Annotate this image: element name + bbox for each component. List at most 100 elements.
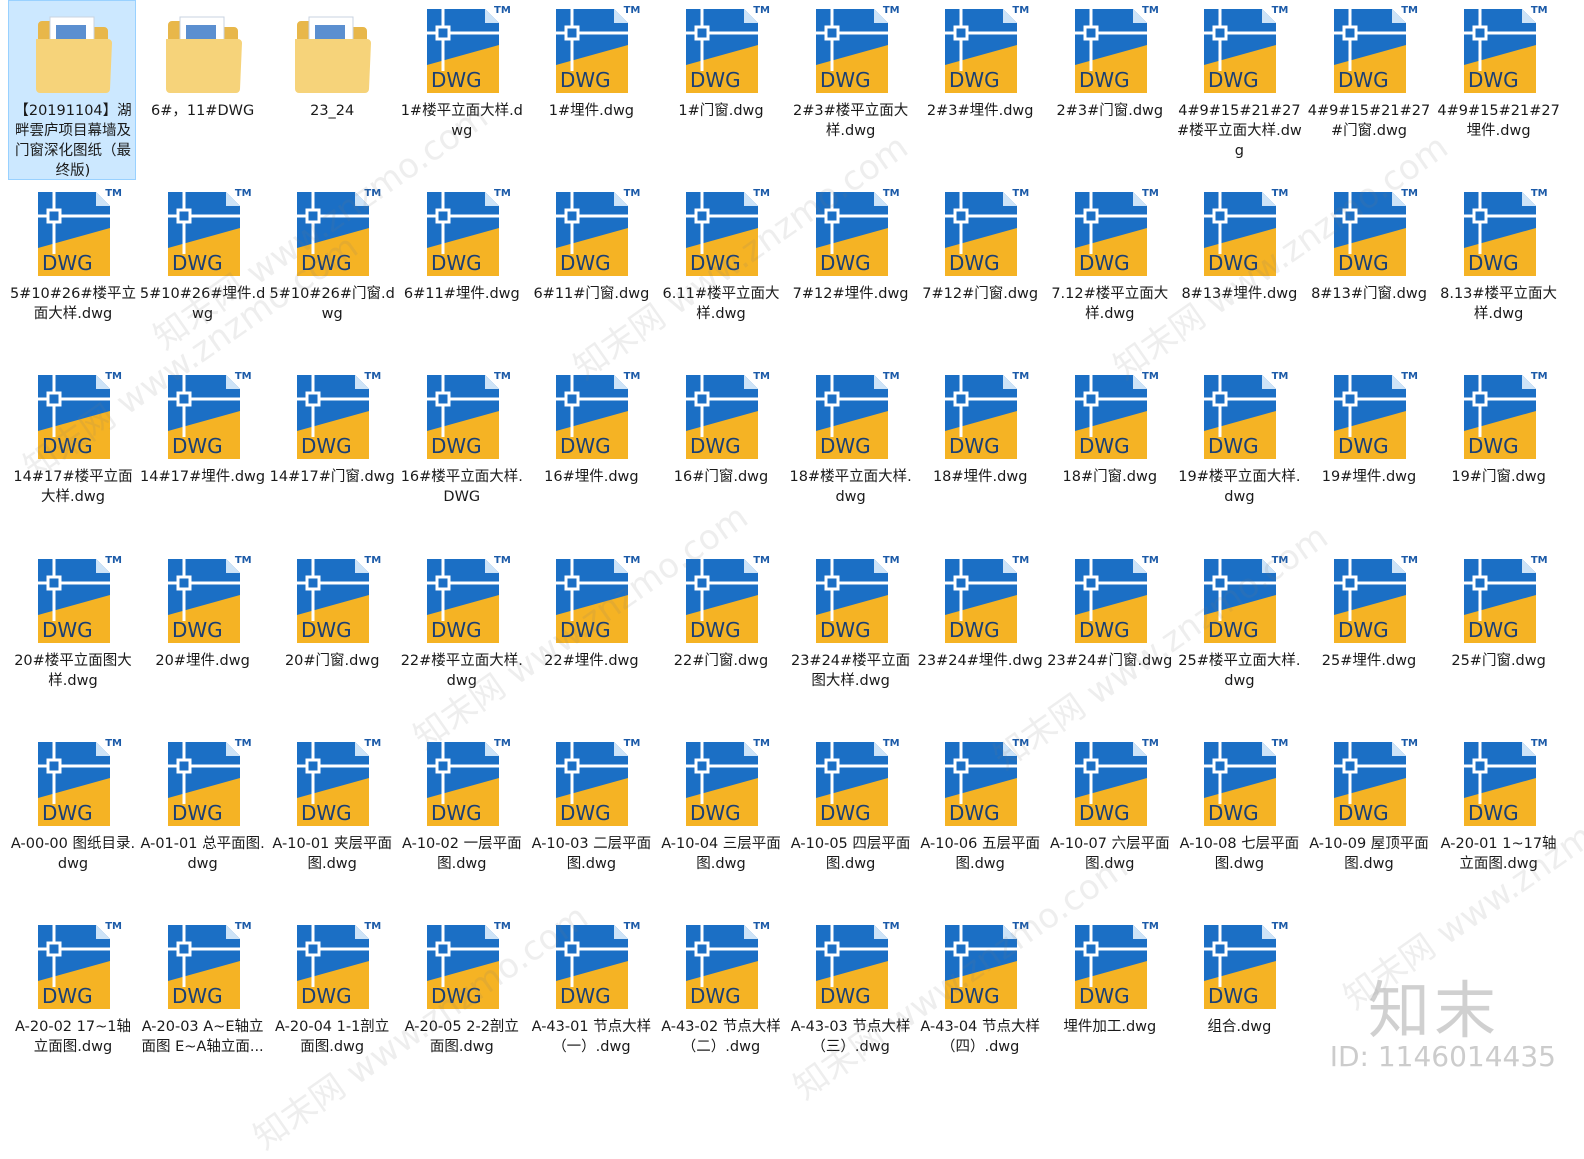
file-item[interactable]: DWG TM 6#11#埋件.dwg [397,183,525,363]
svg-text:DWG: DWG [690,434,741,458]
file-item[interactable]: DWG TM 4#9#15#21#27#门窗.dwg [1304,0,1432,180]
file-item[interactable]: DWG TM 1#埋件.dwg [526,0,654,180]
file-item[interactable]: DWG TM 5#10#26#楼平立面大样.dwg [8,183,136,363]
dwg-file-icon: DWG TM [1069,555,1159,647]
folder-item[interactable]: 6#，11#DWG [138,0,266,180]
file-item[interactable]: DWG TM 1#门窗.dwg [656,0,784,180]
file-item[interactable]: DWG TM 20#门窗.dwg [267,550,395,730]
file-item[interactable]: DWG TM A-10-04 三层平面图.dwg [656,733,784,913]
file-item[interactable]: DWG TM 23#24#楼平立面图大样.dwg [786,550,914,730]
file-item[interactable]: DWG TM 8#13#门窗.dwg [1304,183,1432,363]
dwg-file-icon: DWG TM [550,5,640,97]
file-item[interactable]: DWG TM 16#楼平立面大样.DWG [397,366,525,546]
file-item[interactable]: DWG TM 22#门窗.dwg [656,550,784,730]
file-item[interactable]: DWG TM 4#9#15#21#27#楼平立面大样.dwg [1174,0,1302,180]
file-item[interactable]: DWG TM 25#埋件.dwg [1304,550,1432,730]
file-item[interactable]: DWG TM 4#9#15#21#27埋件.dwg [1434,0,1562,180]
file-item[interactable]: DWG TM 18#埋件.dwg [915,366,1043,546]
file-item[interactable]: DWG TM A-10-06 五层平面图.dwg [915,733,1043,913]
file-item[interactable]: DWG TM 22#埋件.dwg [526,550,654,730]
file-item[interactable]: DWG TM 2#3#埋件.dwg [915,0,1043,180]
dwg-file-icon: DWG TM [421,371,511,463]
dwg-file-icon: DWG TM [1198,921,1288,1013]
file-item[interactable]: DWG TM A-20-03 A~E轴立面图 E~A轴立面... [138,916,266,1096]
file-item[interactable]: DWG TM 19#埋件.dwg [1304,366,1432,546]
trademark-mark: TM [234,554,252,566]
trademark-mark: TM [882,737,900,749]
file-item[interactable]: DWG TM A-01-01 总平面图.dwg [138,733,266,913]
trademark-mark: TM [1530,737,1548,749]
file-item[interactable]: DWG TM 8.13#楼平立面大样.dwg [1434,183,1562,363]
file-item[interactable]: DWG TM A-10-07 六层平面图.dwg [1045,733,1173,913]
file-item[interactable]: DWG TM 20#埋件.dwg [138,550,266,730]
file-item[interactable]: DWG TM A-10-01 夹层平面图.dwg [267,733,395,913]
file-item[interactable]: DWG TM 14#17#楼平立面大样.dwg [8,366,136,546]
file-name-label: A-10-08 七层平面图.dwg [1179,835,1300,872]
file-item[interactable]: DWG TM 16#门窗.dwg [656,366,784,546]
file-item[interactable]: DWG TM 22#楼平立面大样.dwg [397,550,525,730]
file-item[interactable]: DWG TM A-43-04 节点大样（四）.dwg [915,916,1043,1096]
file-item[interactable]: DWG TM A-10-08 七层平面图.dwg [1174,733,1302,913]
file-item[interactable]: DWG TM 18#门窗.dwg [1045,366,1173,546]
file-item[interactable]: DWG TM 2#3#门窗.dwg [1045,0,1173,180]
file-item[interactable]: DWG TM 组合.dwg [1174,916,1302,1096]
file-name-label: 20#楼平立面图大样.dwg [14,652,132,689]
file-item[interactable]: DWG TM 7#12#埋件.dwg [786,183,914,363]
file-item[interactable]: DWG TM A-20-04 1-1剖立面图.dwg [267,916,395,1096]
file-item[interactable]: DWG TM 19#楼平立面大样.dwg [1174,366,1302,546]
file-item[interactable]: DWG TM 14#17#埋件.dwg [138,366,266,546]
file-item[interactable]: DWG TM 14#17#门窗.dwg [267,366,395,546]
trademark-mark: TM [1401,5,1418,16]
file-grid: 【20191104】湖畔雲庐项目幕墙及门窗深化图纸（最终版) 6#，11#DWG… [8,0,1576,1109]
file-item[interactable]: DWG TM 25#楼平立面大样.dwg [1174,550,1302,730]
dwg-file-icon: DWG TM [939,921,1029,1013]
file-name-label: 8.13#楼平立面大样.dwg [1440,286,1558,323]
file-name-label: 1#门窗.dwg [678,103,764,119]
trademark-mark: TM [1271,554,1289,566]
svg-text:DWG: DWG [690,801,741,825]
file-item[interactable]: DWG TM 19#门窗.dwg [1434,366,1562,546]
file-item[interactable]: DWG TM 2#3#楼平立面大样.dwg [786,0,914,180]
file-name-label: 23_24 [310,103,355,119]
file-item[interactable]: DWG TM 23#24#埋件.dwg [915,550,1043,730]
file-item[interactable]: DWG TM A-10-03 二层平面图.dwg [526,733,654,913]
trademark-mark: TM [105,371,122,383]
file-name-label: A-00-00 图纸目录.dwg [10,835,136,872]
file-item[interactable]: DWG TM 埋件加工.dwg [1045,916,1173,1096]
file-name-label: A-10-01 夹层平面图.dwg [272,835,392,872]
file-item[interactable]: DWG TM A-20-02 17~1轴立面图.dwg [8,916,136,1096]
file-item[interactable]: DWG TM 1#楼平立面大样.dwg [397,0,525,180]
dwg-file-icon: DWG TM [939,5,1029,97]
file-item[interactable]: DWG TM 7#12#门窗.dwg [915,183,1043,363]
file-item[interactable]: DWG TM A-20-05 2-2剖立面图.dwg [397,916,525,1096]
file-item[interactable]: DWG TM 23#24#门窗.dwg [1045,550,1173,730]
dwg-file-icon: DWG TM [810,188,900,280]
folder-item[interactable]: 【20191104】湖畔雲庐项目幕墙及门窗深化图纸（最终版) [8,0,136,180]
file-item[interactable]: DWG TM 7.12#楼平立面大样.dwg [1045,183,1173,363]
file-item[interactable]: DWG TM A-20-01 1~17轴立面图.dwg [1434,733,1562,913]
file-item[interactable]: DWG TM 8#13#埋件.dwg [1174,183,1302,363]
dwg-file-icon: DWG TM [680,738,770,830]
file-item[interactable]: DWG TM 20#楼平立面图大样.dwg [8,550,136,730]
trademark-mark: TM [105,188,122,200]
svg-text:DWG: DWG [949,434,1000,458]
file-item[interactable]: DWG TM A-10-02 一层平面图.dwg [397,733,525,913]
file-item[interactable]: DWG TM 6#11#门窗.dwg [526,183,654,363]
svg-text:DWG: DWG [1079,68,1130,92]
file-item[interactable]: DWG TM 16#埋件.dwg [526,366,654,546]
file-item[interactable]: DWG TM A-10-05 四层平面图.dwg [786,733,914,913]
file-item[interactable]: DWG TM A-43-03 节点大样（三）.dwg [786,916,914,1096]
folder-item[interactable]: 23_24 [267,0,395,180]
file-item[interactable]: DWG TM A-43-01 节点大样（一）.dwg [526,916,654,1096]
file-item[interactable]: DWG TM A-10-09 屋顶平面图.dwg [1304,733,1432,913]
file-item[interactable]: DWG TM A-43-02 节点大样（二）.dwg [656,916,784,1096]
file-item[interactable]: DWG TM 25#门窗.dwg [1434,550,1562,730]
file-item[interactable]: DWG TM 18#楼平立面大样.dwg [786,366,914,546]
svg-text:DWG: DWG [42,984,93,1008]
file-item[interactable]: DWG TM 6.11#楼平立面大样.dwg [656,183,784,363]
file-name-label: A-10-05 四层平面图.dwg [790,835,911,872]
file-item[interactable]: DWG TM 5#10#26#门窗.dwg [267,183,395,363]
trademark-mark: TM [494,921,511,932]
file-item[interactable]: DWG TM A-00-00 图纸目录.dwg [8,733,136,913]
file-item[interactable]: DWG TM 5#10#26#埋件.dwg [138,183,266,363]
